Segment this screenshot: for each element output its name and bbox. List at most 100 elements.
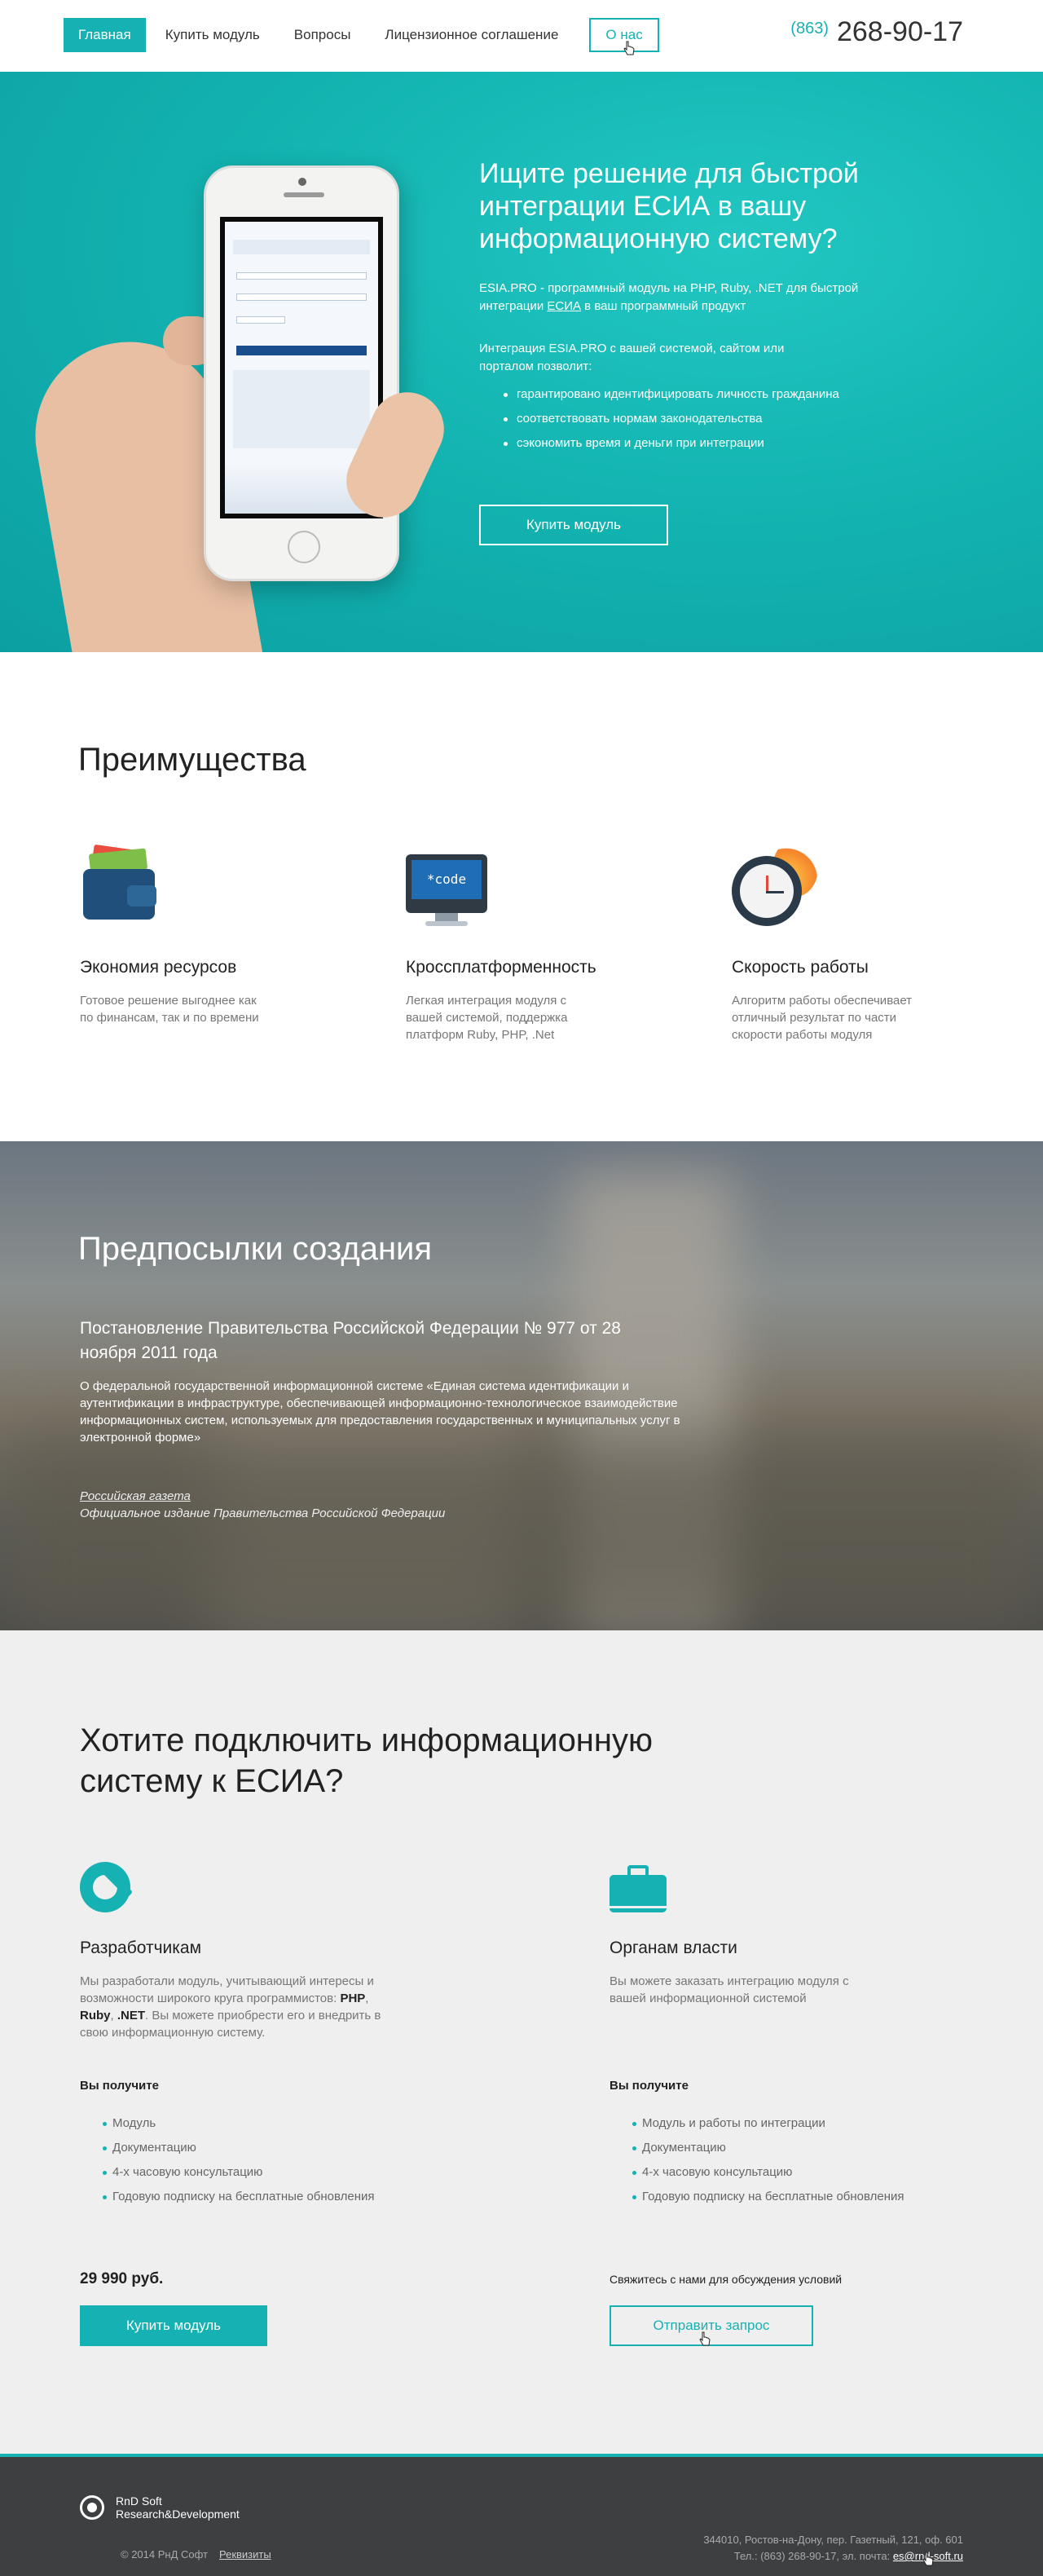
source-note: Официальное издание Правительства Россий… [80, 1506, 446, 1520]
advantage-text: Готовое решение выгоднее как по финансам… [80, 994, 259, 1025]
advantages-title: Преимущества [78, 742, 306, 778]
wallet-icon [80, 840, 169, 929]
screen-checkbox [236, 316, 285, 324]
screen-field-password [236, 293, 367, 301]
send-request-button[interactable]: Отправить запрос [610, 2305, 813, 2346]
advantage-item: Экономия ресурсов Готовое решение выгодн… [80, 840, 308, 1026]
header: Главная Купить модуль Вопросы Лицензионн… [0, 0, 1043, 72]
advantage-title: Кроссплатформенность [406, 958, 596, 977]
list-item: Модуль и работы по интеграции [632, 2111, 904, 2136]
lang-separator: , [365, 1992, 369, 2005]
logo-line: Research&Development [116, 2508, 240, 2521]
phone-number: 268-90-17 [836, 16, 963, 47]
logo-mark-icon [80, 2495, 104, 2520]
phone-speaker [284, 192, 324, 197]
requisites-link[interactable]: Реквизиты [219, 2548, 271, 2561]
developers-get-title: Вы получите [80, 2079, 159, 2093]
developers-desc-text: Мы разработали модуль, учитывающий интер… [80, 1974, 374, 2005]
monitor-code-icon: *code [406, 840, 495, 929]
footer-logo[interactable]: RnD Soft Research&Development [80, 2494, 240, 2521]
hero-benefit: соответствовать нормам законодательства [504, 407, 935, 431]
address-line: 344010, Ростов-на-Дону, пер. Газетный, 1… [703, 2534, 963, 2546]
send-request-label: Отправить запрос [653, 2318, 770, 2333]
gear-wrench-icon [80, 1859, 137, 1916]
hero-description: ESIA.PRO - программный модуль на PHP, Ru… [479, 280, 903, 315]
connect-title: Хотите подключить информационную систему… [80, 1722, 653, 1799]
hero-buy-button[interactable]: Купить модуль [479, 505, 668, 545]
background-image-layer [0, 1435, 1043, 1630]
screen-login-button [236, 346, 367, 355]
contacts-line: Тел.: (863) 268-90-17, эл. почта: es@rnd… [703, 2548, 963, 2566]
lang-php: PHP [340, 1992, 366, 2005]
list-item: 4-х часовую консультацию [632, 2160, 904, 2185]
hero-desc-text-end: в ваш программный продукт [581, 299, 746, 313]
hand-cursor-icon [623, 41, 635, 55]
history-subtitle: Постановление Правительства Российской Ф… [80, 1319, 621, 1362]
phone-code: (863) [790, 20, 829, 37]
phone-camera [298, 178, 306, 186]
developers-column: Разработчикам Мы разработали модуль, учи… [80, 1859, 438, 2346]
advantage-text: Легкая интеграция модуля с вашей системо… [406, 994, 568, 1042]
hand-cursor-icon [922, 2552, 934, 2566]
government-description: Вы можете заказать интеграцию модуля с в… [610, 1974, 849, 2005]
lang-separator: , [110, 2009, 117, 2022]
list-item: Документацию [632, 2136, 904, 2160]
developers-list: Модуль Документацию 4-х часовую консульт… [80, 2111, 375, 2209]
copyright: © 2014 РнД Софт Реквизиты [121, 2548, 271, 2561]
history-text: О федеральной государственной информацио… [80, 1379, 680, 1445]
hero-benefits: гарантировано идентифицировать личность … [479, 382, 935, 456]
footer-address: 344010, Ростов-на-Дону, пер. Газетный, 1… [703, 2532, 963, 2566]
logo-line: RnD Soft [116, 2494, 162, 2508]
contact-note: Свяжитесь с нами для обсуждения условий [610, 2273, 843, 2286]
screen-field-login [236, 272, 367, 280]
advantage-text: Алгоритм работы обеспечивает отличный ре… [732, 994, 913, 1042]
screen-header [233, 240, 370, 254]
nav-questions[interactable]: Вопросы [279, 18, 366, 52]
hero-intro: Интеграция ESIA.PRO с вашей системой, са… [479, 342, 785, 373]
lang-net: .NET [117, 2009, 146, 2022]
hero-esia-link[interactable]: ЕСИА [547, 299, 581, 313]
history-title: Предпосылки создания [78, 1231, 433, 1267]
source-link[interactable]: Российская газета [80, 1488, 445, 1505]
logo-text: RnD Soft Research&Development [116, 2494, 240, 2521]
government-title: Органам власти [610, 1939, 737, 1957]
connect-section: Хотите подключить информационную систему… [0, 1630, 1043, 2454]
buy-module-button[interactable]: Купить модуль [80, 2305, 267, 2346]
developers-title: Разработчикам [80, 1939, 202, 1957]
hand-cursor-icon [699, 2331, 711, 2346]
header-phone[interactable]: (863) 268-90-17 [790, 16, 963, 48]
history-source: Российская газета Официальное издание Пр… [80, 1488, 445, 1522]
list-item: Модуль [103, 2111, 375, 2136]
nav-license[interactable]: Лицензионное соглашение [370, 18, 573, 52]
contacts-prefix: Тел.: (863) 268-90-17, эл. почта: [733, 2550, 893, 2562]
briefcase-icon [610, 1859, 667, 1916]
monitor-code-label: *code [411, 860, 482, 899]
advantage-title: Скорость работы [732, 958, 869, 977]
advantages-section: Преимущества Экономия ресурсов Готовое р… [0, 652, 1043, 1141]
government-column: Органам власти Вы можете заказать интегр… [610, 1859, 968, 2346]
price: 29 990 руб. [80, 2270, 164, 2287]
advantage-title: Экономия ресурсов [80, 958, 237, 977]
list-item: Годовую подписку на бесплатные обновлени… [632, 2185, 904, 2209]
nav-about[interactable]: О нас [589, 18, 659, 55]
clock-icon [732, 840, 821, 929]
hero-title: Ищите решение для быстрой интеграции ЕСИ… [479, 158, 859, 254]
hero-section: Ищите решение для быстрой интеграции ЕСИ… [0, 72, 1043, 652]
government-get-title: Вы получите [610, 2079, 689, 2093]
main-nav: Главная Купить модуль Вопросы Лицензионн… [64, 18, 664, 55]
developers-description: Мы разработали модуль, учитывающий интер… [80, 1973, 406, 2041]
copyright-text: © 2014 РнД Софт [121, 2548, 208, 2561]
government-list: Модуль и работы по интеграции Документац… [610, 2111, 904, 2209]
nav-home[interactable]: Главная [64, 18, 146, 52]
footer: RnD Soft Research&Development © 2014 РнД… [0, 2454, 1043, 2576]
lang-ruby: Ruby [80, 2009, 111, 2022]
nav-buy-module[interactable]: Купить модуль [151, 18, 275, 52]
history-section: Предпосылки создания Постановление Прави… [0, 1141, 1043, 1630]
screen-info-box [233, 370, 370, 448]
list-item: Документацию [103, 2136, 375, 2160]
phone-home-button [288, 531, 320, 563]
hero-benefit: сэкономить время и деньги при интеграции [504, 431, 935, 456]
list-item: 4-х часовую консультацию [103, 2160, 375, 2185]
hero-content: Ищите решение для быстрой интеграции ЕСИ… [479, 157, 935, 545]
hero-benefit: гарантировано идентифицировать личность … [504, 382, 935, 407]
